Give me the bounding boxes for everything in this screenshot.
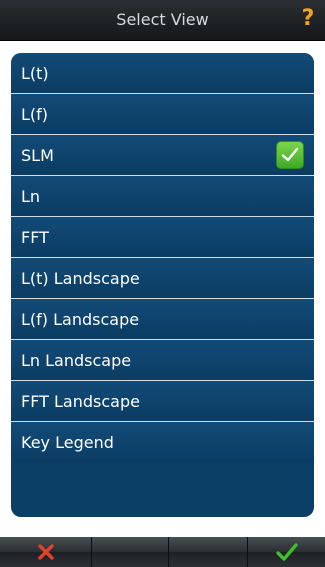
- list-item-lt-landscape[interactable]: L(t) Landscape: [11, 258, 314, 299]
- confirm-button[interactable]: [248, 537, 325, 567]
- toolbar-button-2[interactable]: [92, 537, 169, 567]
- list-item-label: L(t) Landscape: [21, 269, 140, 288]
- list-item-slm[interactable]: SLM: [11, 135, 314, 176]
- list-item-label: FFT: [21, 228, 49, 247]
- list-item-fft-landscape[interactable]: FFT Landscape: [11, 381, 314, 422]
- select-view-screen: Select View ? L(t) L(f) SLM Ln FFT L(t) …: [0, 0, 325, 567]
- list-item-label: Ln: [21, 187, 41, 206]
- checkmark-icon: [276, 141, 304, 169]
- view-list: L(t) L(f) SLM Ln FFT L(t) Landscape L(f)…: [11, 53, 314, 517]
- list-item-lt[interactable]: L(t): [11, 53, 314, 94]
- list-item-label: SLM: [21, 146, 54, 165]
- list-item-label: L(f) Landscape: [21, 310, 140, 329]
- checkmark-icon: [275, 543, 298, 561]
- list-item-lf-landscape[interactable]: L(f) Landscape: [11, 299, 314, 340]
- list-item-lf[interactable]: L(f): [11, 94, 314, 135]
- list-item-label: FFT Landscape: [21, 392, 140, 411]
- title-bar: Select View ?: [0, 0, 325, 41]
- bottom-toolbar: [0, 537, 325, 567]
- list-item-label: Key Legend: [21, 433, 114, 452]
- question-mark-icon[interactable]: ?: [300, 6, 316, 32]
- list-item-fft[interactable]: FFT: [11, 217, 314, 258]
- page-title: Select View: [116, 10, 209, 29]
- list-item-ln-landscape[interactable]: Ln Landscape: [11, 340, 314, 381]
- list-item-label: L(t): [21, 64, 49, 83]
- x-icon: [37, 544, 54, 560]
- list-item-label: Ln Landscape: [21, 351, 132, 370]
- list-item-key-legend[interactable]: Key Legend: [11, 422, 314, 463]
- list-item-ln[interactable]: Ln: [11, 176, 314, 217]
- list-item-label: L(f): [21, 105, 49, 124]
- toolbar-button-3[interactable]: [169, 537, 248, 567]
- cancel-button[interactable]: [0, 537, 92, 567]
